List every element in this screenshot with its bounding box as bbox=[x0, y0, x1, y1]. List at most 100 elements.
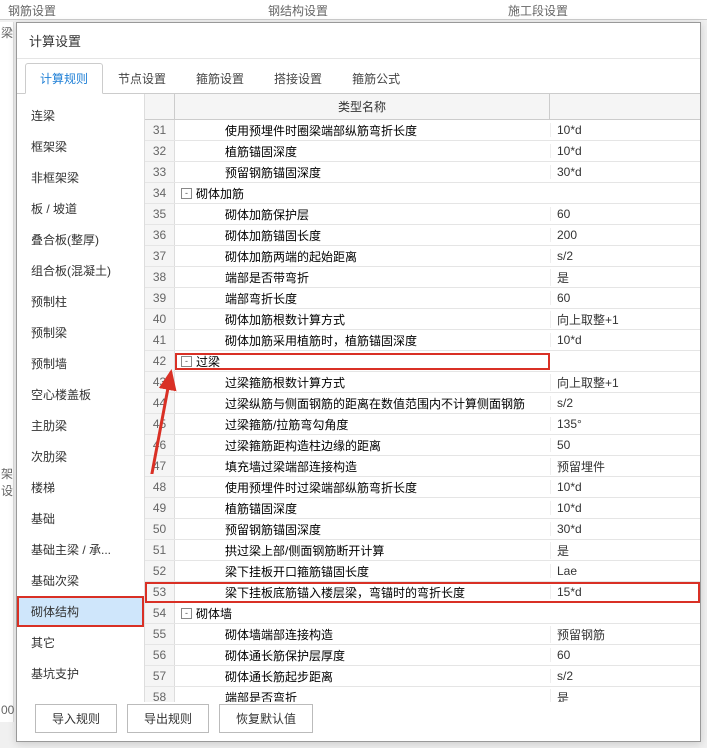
sidebar-item-18[interactable]: 基坑支护 bbox=[17, 658, 144, 689]
table-row[interactable]: 48使用预埋件时过梁端部纵筋弯折长度10*d bbox=[145, 477, 700, 498]
tab-0[interactable]: 计算规则 bbox=[25, 63, 103, 94]
row-label-cell[interactable]: 预留钢筋锚固深度 bbox=[175, 164, 550, 181]
row-label-cell[interactable]: -过梁 bbox=[175, 353, 550, 370]
table-row[interactable]: 31使用预埋件时圈梁端部纵筋弯折长度10*d bbox=[145, 120, 700, 141]
row-value[interactable]: 200 bbox=[550, 228, 700, 242]
row-label-cell[interactable]: 预留钢筋锚固深度 bbox=[175, 521, 550, 538]
bg-tab-rebar[interactable]: 钢筋设置 bbox=[0, 0, 64, 19]
row-label-cell[interactable]: 端部是否弯折 bbox=[175, 689, 550, 703]
tab-4[interactable]: 箍筋公式 bbox=[337, 63, 415, 94]
row-value[interactable]: 10*d bbox=[550, 501, 700, 515]
table-row[interactable]: 46过梁箍筋距构造柱边缘的距离50 bbox=[145, 435, 700, 456]
row-value[interactable]: 是 bbox=[550, 689, 700, 703]
tab-1[interactable]: 节点设置 bbox=[103, 63, 181, 94]
sidebar-item-12[interactable]: 楼梯 bbox=[17, 472, 144, 503]
restore-defaults-button[interactable]: 恢复默认值 bbox=[219, 704, 313, 733]
table-row[interactable]: 39端部弯折长度60 bbox=[145, 288, 700, 309]
row-label-cell[interactable]: 砌体通长筋保护层厚度 bbox=[175, 647, 550, 664]
row-label-cell[interactable]: 植筋锚固深度 bbox=[175, 500, 550, 517]
table-row[interactable]: 51拱过梁上部/侧面钢筋断开计算是 bbox=[145, 540, 700, 561]
row-label-cell[interactable]: -砌体加筋 bbox=[175, 185, 550, 202]
collapse-toggle-icon[interactable]: - bbox=[181, 608, 192, 619]
collapse-toggle-icon[interactable]: - bbox=[181, 356, 192, 367]
row-label-cell[interactable]: 拱过梁上部/侧面钢筋断开计算 bbox=[175, 542, 550, 559]
table-row[interactable]: 49植筋锚固深度10*d bbox=[145, 498, 700, 519]
row-label-cell[interactable]: 过梁纵筋与侧面钢筋的距离在数值范围内不计算侧面钢筋 bbox=[175, 395, 550, 412]
row-label-cell[interactable]: 砌体加筋两端的起始距离 bbox=[175, 248, 550, 265]
table-row[interactable]: 54-砌体墙 bbox=[145, 603, 700, 624]
row-value[interactable]: Lae bbox=[550, 564, 700, 578]
table-row[interactable]: 56砌体通长筋保护层厚度60 bbox=[145, 645, 700, 666]
row-value[interactable]: 50 bbox=[550, 438, 700, 452]
tab-3[interactable]: 搭接设置 bbox=[259, 63, 337, 94]
table-row[interactable]: 34-砌体加筋 bbox=[145, 183, 700, 204]
table-row[interactable]: 55砌体墙端部连接构造预留钢筋 bbox=[145, 624, 700, 645]
row-value[interactable]: s/2 bbox=[550, 396, 700, 410]
table-row[interactable]: 36砌体加筋锚固长度200 bbox=[145, 225, 700, 246]
row-value[interactable]: 向上取整+1 bbox=[550, 311, 700, 328]
sidebar-item-9[interactable]: 空心楼盖板 bbox=[17, 379, 144, 410]
row-label-cell[interactable]: 植筋锚固深度 bbox=[175, 143, 550, 160]
table-row[interactable]: 57砌体通长筋起步距离s/2 bbox=[145, 666, 700, 687]
table-row[interactable]: 47填充墙过梁端部连接构造预留埋件 bbox=[145, 456, 700, 477]
row-value[interactable]: 60 bbox=[550, 648, 700, 662]
sidebar-item-3[interactable]: 板 / 坡道 bbox=[17, 193, 144, 224]
row-label-cell[interactable]: 梁下挂板开口箍筋锚固长度 bbox=[175, 563, 550, 580]
row-label-cell[interactable]: 过梁箍筋距构造柱边缘的距离 bbox=[175, 437, 550, 454]
tab-2[interactable]: 箍筋设置 bbox=[181, 63, 259, 94]
sidebar-item-0[interactable]: 连梁 bbox=[17, 100, 144, 131]
row-value[interactable]: 10*d bbox=[550, 333, 700, 347]
row-label-cell[interactable]: 砌体加筋锚固长度 bbox=[175, 227, 550, 244]
table-row[interactable]: 43过梁箍筋根数计算方式向上取整+1 bbox=[145, 372, 700, 393]
row-value[interactable]: 30*d bbox=[550, 522, 700, 536]
sidebar-item-5[interactable]: 组合板(混凝土) bbox=[17, 255, 144, 286]
row-value[interactable]: s/2 bbox=[550, 249, 700, 263]
table-row[interactable]: 42-过梁 bbox=[145, 351, 700, 372]
row-label-cell[interactable]: 填充墙过梁端部连接构造 bbox=[175, 458, 550, 475]
row-label-cell[interactable]: 使用预埋件时圈梁端部纵筋弯折长度 bbox=[175, 122, 550, 139]
row-value[interactable]: 是 bbox=[550, 269, 700, 286]
row-label-cell[interactable]: 过梁箍筋/拉筋弯勾角度 bbox=[175, 416, 550, 433]
row-value[interactable]: 135° bbox=[550, 417, 700, 431]
row-label-cell[interactable]: 砌体加筋保护层 bbox=[175, 206, 550, 223]
sidebar-item-1[interactable]: 框架梁 bbox=[17, 131, 144, 162]
sidebar-item-2[interactable]: 非框架梁 bbox=[17, 162, 144, 193]
sidebar-item-4[interactable]: 叠合板(整厚) bbox=[17, 224, 144, 255]
sidebar-item-17[interactable]: 其它 bbox=[17, 627, 144, 658]
row-label-cell[interactable]: 砌体加筋根数计算方式 bbox=[175, 311, 550, 328]
import-rules-button[interactable]: 导入规则 bbox=[35, 704, 117, 733]
row-label-cell[interactable]: 使用预埋件时过梁端部纵筋弯折长度 bbox=[175, 479, 550, 496]
row-label-cell[interactable]: 砌体通长筋起步距离 bbox=[175, 668, 550, 685]
row-value[interactable]: s/2 bbox=[550, 669, 700, 683]
table-row[interactable]: 45过梁箍筋/拉筋弯勾角度135° bbox=[145, 414, 700, 435]
row-value[interactable]: 向上取整+1 bbox=[550, 374, 700, 391]
sidebar-item-10[interactable]: 主肋梁 bbox=[17, 410, 144, 441]
row-value[interactable]: 15*d bbox=[550, 585, 700, 599]
table-row[interactable]: 41砌体加筋采用植筋时，植筋锚固深度10*d bbox=[145, 330, 700, 351]
sidebar-item-16[interactable]: 砌体结构 bbox=[17, 596, 144, 627]
table-row[interactable]: 50预留钢筋锚固深度30*d bbox=[145, 519, 700, 540]
bg-tab-steel[interactable]: 钢结构设置 bbox=[260, 0, 336, 21]
table-row[interactable]: 40砌体加筋根数计算方式向上取整+1 bbox=[145, 309, 700, 330]
row-value[interactable]: 60 bbox=[550, 291, 700, 305]
row-label-cell[interactable]: 砌体墙端部连接构造 bbox=[175, 626, 550, 643]
row-label-cell[interactable]: 梁下挂板底筋锚入楼层梁，弯锚时的弯折长度 bbox=[175, 584, 550, 601]
settings-grid[interactable]: 类型名称 31使用预埋件时圈梁端部纵筋弯折长度10*d32植筋锚固深度10*d3… bbox=[145, 94, 700, 702]
table-row[interactable]: 33预留钢筋锚固深度30*d bbox=[145, 162, 700, 183]
category-sidebar[interactable]: 连梁框架梁非框架梁板 / 坡道叠合板(整厚)组合板(混凝土)预制柱预制梁预制墙空… bbox=[17, 94, 145, 702]
row-value[interactable]: 10*d bbox=[550, 144, 700, 158]
sidebar-item-15[interactable]: 基础次梁 bbox=[17, 565, 144, 596]
export-rules-button[interactable]: 导出规则 bbox=[127, 704, 209, 733]
table-row[interactable]: 58端部是否弯折是 bbox=[145, 687, 700, 702]
table-row[interactable]: 35砌体加筋保护层60 bbox=[145, 204, 700, 225]
table-row[interactable]: 38端部是否带弯折是 bbox=[145, 267, 700, 288]
sidebar-item-13[interactable]: 基础 bbox=[17, 503, 144, 534]
row-label-cell[interactable]: -砌体墙 bbox=[175, 605, 550, 622]
row-label-cell[interactable]: 过梁箍筋根数计算方式 bbox=[175, 374, 550, 391]
row-value[interactable]: 60 bbox=[550, 207, 700, 221]
collapse-toggle-icon[interactable]: - bbox=[181, 188, 192, 199]
sidebar-item-6[interactable]: 预制柱 bbox=[17, 286, 144, 317]
sidebar-item-11[interactable]: 次肋梁 bbox=[17, 441, 144, 472]
sidebar-item-8[interactable]: 预制墙 bbox=[17, 348, 144, 379]
table-row[interactable]: 44过梁纵筋与侧面钢筋的距离在数值范围内不计算侧面钢筋s/2 bbox=[145, 393, 700, 414]
